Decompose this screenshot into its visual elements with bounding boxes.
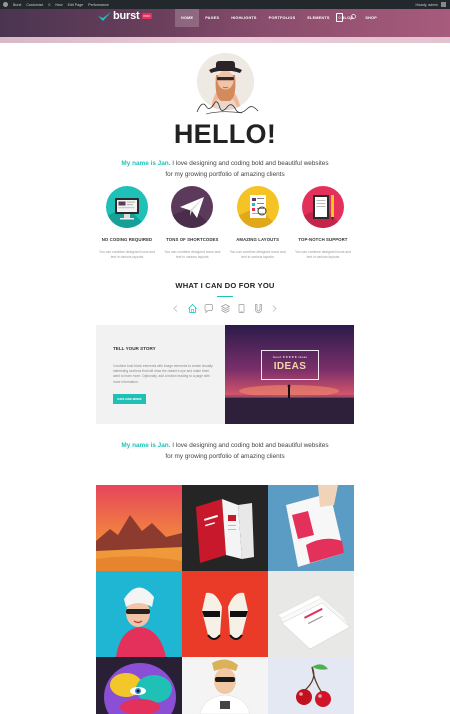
admin-bar-user[interactable]: Howdy, admin [415, 3, 438, 7]
nav-highlights[interactable]: HIGHLIGHTS [225, 9, 262, 27]
logo-check-icon [98, 11, 111, 21]
gallery-item-fashion[interactable] [96, 571, 182, 657]
feature-title: TONS OF SHORTCODES [166, 237, 219, 242]
signature-image [196, 101, 259, 115]
ideas-tagline: Good ★★★★★ ideas [272, 355, 308, 359]
intro-text-2: My name is Jan. I love designing and cod… [0, 440, 450, 462]
header-gradient-strip [0, 37, 450, 43]
intro-line2: for my growing portfolio of amazing clie… [165, 171, 285, 178]
logo-badge: PRO [141, 13, 153, 19]
admin-bar: Burst Customize 0 New Edit Page Performa… [0, 0, 450, 9]
feature-shortcodes: TONS OF SHORTCODES You can combine desig… [161, 186, 223, 261]
title-underline [217, 296, 233, 297]
explore-more-button[interactable]: EXPLORE MORE [113, 394, 146, 404]
story-title: TELL YOUR STORY [113, 346, 156, 351]
mobile-icon[interactable] [236, 303, 247, 314]
feature-title: AMAZING LAYOUTS [236, 237, 280, 242]
gallery-item-cards[interactable] [268, 571, 354, 657]
feature-title: NO CODING REQUIRED [101, 237, 153, 242]
wordpress-icon[interactable] [3, 2, 8, 7]
gallery-item-booklets[interactable] [182, 485, 268, 571]
intro-name: My name is Jan. [121, 160, 171, 167]
hello-title: HELLO! [173, 119, 277, 149]
chevron-left-icon[interactable] [170, 303, 181, 314]
search-icon[interactable] [350, 14, 356, 20]
ideas-heading: IDEAS [273, 361, 307, 372]
feature-layouts: AMAZING LAYOUTS You can combine designed… [227, 186, 289, 261]
ideas-image: Good ★★★★★ ideas IDEAS [225, 325, 354, 424]
feature-title: TOP-NOTCH SUPPORT [298, 237, 348, 242]
ideas-frame: Good ★★★★★ ideas IDEAS [261, 350, 319, 380]
features-row: NO CODING REQUIRED You can combine desig… [96, 186, 354, 261]
gallery-item-poster[interactable] [268, 485, 354, 571]
admin-bar-comments[interactable]: 0 [48, 3, 50, 7]
admin-bar-edit-page[interactable]: Edit Page [68, 3, 84, 7]
admin-bar-site[interactable]: Burst [13, 3, 21, 7]
magnet-icon[interactable] [253, 303, 264, 314]
paper-plane-icon [171, 186, 214, 228]
gallery-item-man-sunglasses[interactable] [182, 657, 268, 714]
user-avatar-icon[interactable] [441, 2, 446, 7]
service-tabs [170, 303, 280, 314]
cart-icon[interactable]: 0 [336, 13, 343, 22]
feature-support: TOP-NOTCH SUPPORT You can combine design… [292, 186, 354, 261]
admin-bar-performance[interactable]: Performance [88, 3, 109, 7]
story-panel: TELL YOUR STORY Combine bold block eleme… [96, 325, 225, 424]
intro2-line2: for my growing portfolio of amazing clie… [165, 453, 285, 460]
monitor-icon [106, 186, 148, 228]
gallery-item-desert[interactable] [96, 485, 182, 571]
intro-rest: I love designing and coding bold and bea… [170, 160, 329, 167]
nav-portfolios[interactable]: PORTFOLIOS [263, 9, 302, 27]
feature-text: You can combine designed icons and text … [229, 250, 286, 260]
notebook-icon [301, 186, 344, 228]
nav-elements[interactable]: ELEMENTS [301, 9, 335, 27]
nav-home[interactable]: HOME [175, 9, 200, 27]
nav-shop[interactable]: SHOP [359, 9, 383, 27]
home-icon[interactable] [187, 303, 198, 314]
layers-icon[interactable] [220, 303, 231, 314]
story-text: Combine bold block elements with image e… [113, 364, 213, 384]
section-title: WHAT I CAN DO FOR YOU [175, 281, 275, 290]
chevron-right-icon[interactable] [269, 303, 280, 314]
feature-text: You can combine designed icons and text … [164, 250, 221, 260]
feature-text: You can combine designed icons and text … [98, 250, 156, 260]
intro2-name: My name is Jan. [121, 442, 171, 449]
admin-bar-new[interactable]: New [55, 3, 62, 7]
gallery-item-cherries[interactable] [268, 657, 354, 714]
portfolio-gallery [96, 485, 354, 714]
intro2-rest: I love designing and coding bold and bea… [170, 442, 329, 449]
logo-text: burst [113, 10, 140, 22]
nav-pages[interactable]: PAGES [199, 9, 225, 27]
layout-sheet-icon [236, 186, 279, 228]
feature-no-coding: NO CODING REQUIRED You can combine desig… [96, 186, 158, 261]
admin-bar-customize[interactable]: Customize [26, 3, 43, 7]
gallery-item-paint[interactable] [96, 657, 182, 714]
gallery-item-sneakers[interactable] [182, 571, 268, 657]
intro-text: My name is Jan. I love designing and cod… [0, 158, 450, 180]
chat-icon[interactable] [203, 303, 214, 314]
site-logo[interactable]: burst PRO [98, 10, 153, 22]
feature-text: You can combine designed icons and text … [294, 250, 352, 260]
